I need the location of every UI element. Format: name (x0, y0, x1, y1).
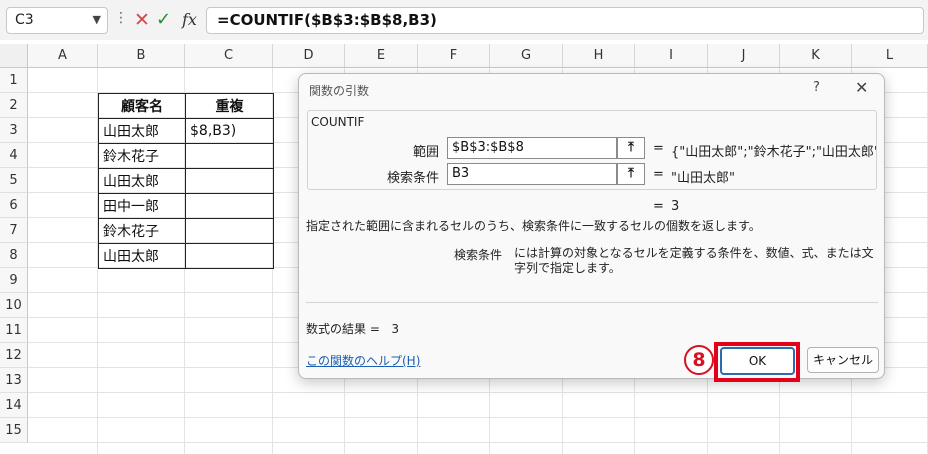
row-header-1[interactable]: 1 (0, 68, 28, 93)
gridline (28, 417, 928, 418)
criteria-input[interactable]: B3 (447, 163, 617, 185)
dialog-title: 関数の引数 (309, 84, 370, 98)
header-cell-dup[interactable]: 重複 (185, 93, 274, 119)
function-help-link[interactable]: この関数のヘルプ(H) (306, 352, 420, 369)
row-header-15[interactable]: 15 (0, 418, 28, 443)
row-header-10[interactable]: 10 (0, 293, 28, 318)
column-header-a[interactable]: A (28, 44, 98, 68)
step-marker-8: 8 (684, 345, 714, 375)
dup-cell[interactable] (185, 218, 274, 244)
header-cell-name[interactable]: 顧客名 (98, 93, 186, 119)
formula-actions: ✕ ✓ fx (126, 7, 202, 34)
row-header-6[interactable]: 6 (0, 193, 28, 218)
function-arguments-dialog: 関数の引数 ? ✕ COUNTIF 範囲 $B$3:$B$8 ⤒ = {"山田太… (298, 73, 885, 382)
ok-button[interactable]: OK (720, 347, 795, 375)
formula-bar: C3 ▼ ⋮ ✕ ✓ fx =COUNTIF($B$3:$B$8,B3) (0, 0, 928, 40)
row-header-9[interactable]: 9 (0, 268, 28, 293)
function-description: 指定された範囲に含まれるセルのうち、検索条件に一致するセルの個数を返します。 (306, 219, 761, 233)
row-header-3[interactable]: 3 (0, 118, 28, 143)
table-row: 鈴木花子 (98, 218, 274, 244)
column-header-f[interactable]: F (418, 44, 490, 68)
arg-label-criteria: 検索条件 (386, 171, 439, 186)
column-header-j[interactable]: J (708, 44, 780, 68)
row-header-7[interactable]: 7 (0, 218, 28, 243)
formula-result: 数式の結果 = 3 (306, 320, 399, 337)
table-row: 山田太郎 $8,B3) (98, 118, 274, 144)
column-header-c[interactable]: C (185, 44, 273, 68)
formula-result-value: 3 (391, 322, 399, 336)
range-input[interactable]: $B$3:$B$8 (447, 137, 617, 159)
table-row: 山田太郎 (98, 243, 274, 269)
select-all-corner[interactable] (0, 44, 28, 68)
arg-equals: = (653, 167, 664, 182)
column-header-d[interactable]: D (273, 44, 345, 68)
formula-input[interactable]: =COUNTIF($B$3:$B$8,B3) (206, 7, 924, 34)
divider (306, 302, 878, 303)
name-cell[interactable]: 山田太郎 (98, 168, 186, 194)
row-header-4[interactable]: 4 (0, 143, 28, 168)
column-header-l[interactable]: L (852, 44, 928, 68)
dup-cell[interactable] (185, 143, 274, 169)
name-cell[interactable]: 鈴木花子 (98, 143, 186, 169)
close-icon[interactable]: ✕ (855, 78, 868, 97)
result-equals: = (653, 199, 664, 214)
table-row: 田中一郎 (98, 193, 274, 219)
function-result: 3 (671, 199, 680, 214)
gridline (28, 442, 928, 443)
column-header-k[interactable]: K (780, 44, 852, 68)
range-result: {"山田太郎";"鈴木花子";"山田太郎";' (671, 145, 876, 160)
name-box-value: C3 (15, 12, 34, 28)
dup-cell[interactable] (185, 168, 274, 194)
help-icon[interactable]: ? (813, 80, 820, 95)
name-box[interactable]: C3 ▼ (6, 7, 108, 34)
chevron-down-icon[interactable]: ▼ (93, 13, 101, 26)
collapse-dialog-icon[interactable]: ⤒ (617, 137, 645, 159)
column-header-g[interactable]: G (490, 44, 563, 68)
arg-description-text: には計算の対象となるセルを定義する条件を、数値、式、または文字列で指定します。 (514, 246, 874, 275)
name-cell[interactable]: 鈴木花子 (98, 218, 186, 244)
cancel-button[interactable]: キャンセル (807, 347, 879, 373)
table-header-row: 顧客名 重複 (98, 93, 274, 119)
name-cell[interactable]: 山田太郎 (98, 118, 186, 144)
name-cell[interactable]: 山田太郎 (98, 243, 186, 269)
step-marker-number: 8 (692, 349, 706, 371)
column-header-b[interactable]: B (98, 44, 185, 68)
collapse-dialog-icon[interactable]: ⤒ (617, 163, 645, 185)
dup-cell[interactable] (185, 243, 274, 269)
row-header-2[interactable]: 2 (0, 93, 28, 118)
row-header-13[interactable]: 13 (0, 368, 28, 393)
row-header-5[interactable]: 5 (0, 168, 28, 193)
column-header-h[interactable]: H (563, 44, 635, 68)
arg-equals: = (653, 141, 664, 156)
check-icon[interactable]: ✓ (156, 9, 171, 30)
customer-table: 顧客名 重複 山田太郎 $8,B3) 鈴木花子 山田太郎 田中一郎 鈴木花子 山… (98, 93, 274, 269)
name-cell[interactable]: 田中一郎 (98, 193, 186, 219)
dup-cell[interactable] (185, 193, 274, 219)
row-header-14[interactable]: 14 (0, 393, 28, 418)
table-row: 山田太郎 (98, 168, 274, 194)
column-header-e[interactable]: E (345, 44, 418, 68)
column-header-i[interactable]: I (635, 44, 708, 68)
arg-label-range: 範囲 (412, 145, 439, 160)
arg-description-name: 検索条件 (454, 248, 503, 262)
criteria-result: "山田太郎" (671, 171, 735, 186)
row-header-8[interactable]: 8 (0, 243, 28, 268)
formula-result-label: 数式の結果 = (306, 322, 380, 336)
function-name: COUNTIF (311, 115, 365, 129)
close-icon[interactable]: ✕ (134, 9, 150, 31)
row-header-12[interactable]: 12 (0, 343, 28, 368)
gridline (28, 392, 928, 393)
insert-function-icon[interactable]: fx (182, 10, 197, 29)
row-header-11[interactable]: 11 (0, 318, 28, 343)
dup-cell[interactable]: $8,B3) (185, 118, 274, 144)
table-row: 鈴木花子 (98, 143, 274, 169)
